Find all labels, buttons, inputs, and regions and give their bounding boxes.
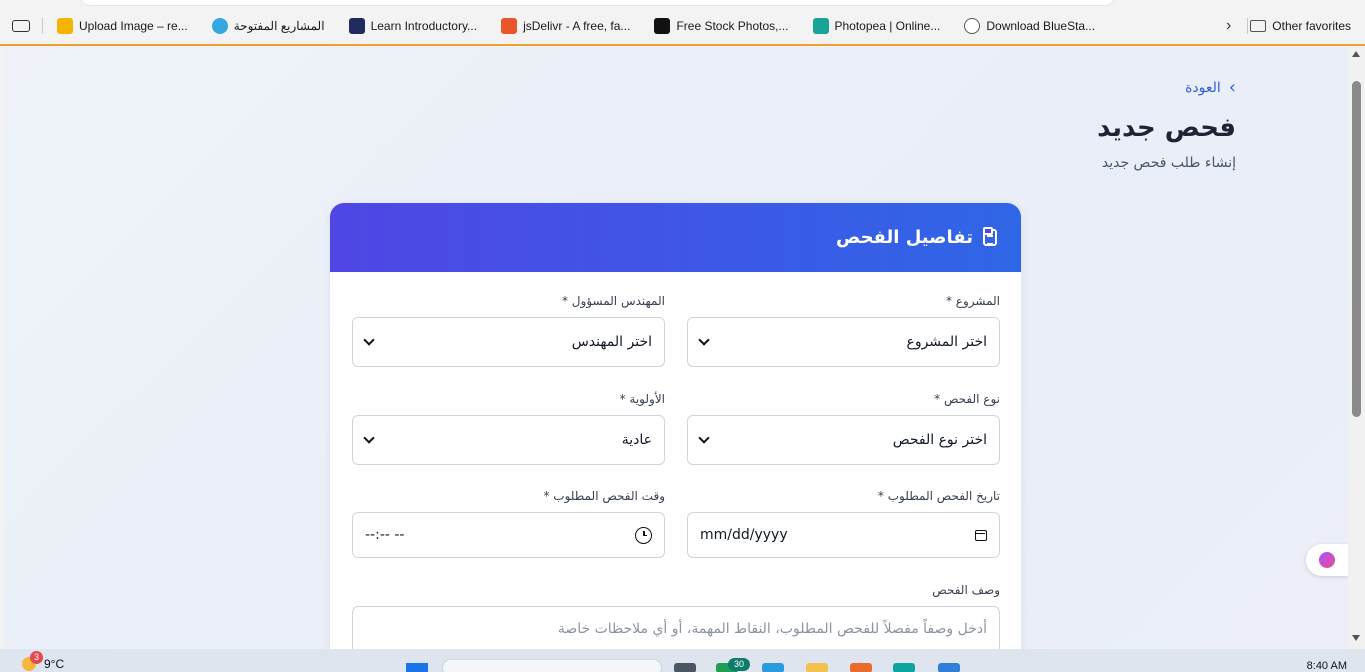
back-link-label: العودة [1185,80,1221,96]
weather-widget[interactable]: 3 9°C [22,651,65,671]
ai-assistant-button[interactable] [1306,544,1348,576]
bookmark-favicon-icon [57,18,73,34]
inspection-type-select-value: اختر نوع الفحص [892,432,987,448]
address-bar[interactable] [80,0,1115,6]
date-label: تاريخ الفحص المطلوب * [877,489,1000,503]
back-link[interactable]: › العودة [1185,79,1236,97]
chevron-right-icon[interactable]: › [1226,17,1231,35]
project-select-value: اختر المشروع [906,334,987,350]
bookmark-label: Upload Image – re... [79,19,188,33]
engineer-field: المهندس المسؤول * اختر المهندس [352,294,665,367]
file-explorer-icon[interactable] [806,663,828,672]
scrollbar-thumb[interactable] [1352,81,1361,417]
chevron-down-icon [363,334,375,346]
page-content: › العودة فحص جديد إنشاء طلب فحص جديد تفا… [4,47,1348,649]
bookmark-item[interactable]: Learn Introductory... [337,12,490,40]
scroll-up-icon[interactable] [1352,51,1360,57]
browser-top-strip [0,0,1365,8]
bookmark-label: المشاريع المفتوحة [233,19,325,33]
project-label: المشروع * [945,294,1000,308]
bookmark-favicon-icon [654,18,671,34]
time-field: وقت الفحص المطلوب * --:-- -- [352,489,665,558]
other-favorites-label: Other favorites [1272,19,1351,33]
bookmarks-divider [1247,18,1249,34]
weather-icon: 3 [22,651,43,671]
date-input-value: mm/dd/yyyy [700,527,788,543]
date-input[interactable]: mm/dd/yyyy [687,512,1000,558]
clock-icon[interactable] [635,526,652,544]
inspection-type-field: نوع الفحص * اختر نوع الفحص [687,392,1000,465]
calendar-icon[interactable] [975,529,987,541]
card-header: تفاصيل الفحص [330,203,1021,272]
project-field: المشروع * اختر المشروع [687,294,1000,367]
date-field: تاريخ الفحص المطلوب * mm/dd/yyyy [687,489,1000,558]
chevron-down-icon [363,432,375,444]
clipboard-icon [983,227,997,246]
bookmark-item[interactable]: Upload Image – re... [45,12,200,40]
edge-icon[interactable] [762,663,784,672]
chat-app-badge: 30 [728,658,750,671]
priority-label: الأولوية * [619,392,665,406]
card-title: تفاصيل الفحص [836,227,973,248]
priority-select[interactable]: عادية [352,415,665,465]
priority-select-value: عادية [621,432,652,448]
bookmark-favicon-icon [812,18,829,34]
time-input-value: --:-- -- [365,527,405,543]
bookmark-label: Download BlueSta... [986,19,1096,33]
bookmark-item[interactable]: Download BlueSta... [952,12,1107,40]
bookmarks-divider [42,18,43,34]
temperature: 9°C [44,657,65,671]
bookmark-item[interactable]: Photopea | Online... [801,12,953,40]
description-field: وصف الفحص أدخل وصفاً مفصلاً للفحص المطلو… [352,583,1000,649]
bookmark-favicon-icon [501,18,518,34]
inspection-type-select[interactable]: اختر نوع الفحص [687,415,1000,465]
bookmark-label: Learn Introductory... [370,19,478,33]
engineer-select[interactable]: اختر المهندس [352,317,665,367]
time-input[interactable]: --:-- -- [352,512,665,558]
bookmark-item[interactable]: jsDelivr - A free, fa... [489,12,642,40]
scroll-down-icon[interactable] [1352,635,1360,641]
priority-field: الأولوية * عادية [352,392,665,465]
windows-start-icon[interactable] [406,663,428,672]
vscode-icon[interactable] [938,663,960,672]
inspection-type-label: نوع الفحص * [934,392,1000,406]
project-select[interactable]: اختر المشروع [687,317,1000,367]
engineer-label: المهندس المسؤول * [561,294,665,308]
system-clock[interactable]: 8:40 AM [1307,660,1347,672]
globe-icon [964,18,981,34]
other-favorites-button[interactable]: Other favorites [1250,19,1365,33]
bookmark-label: Photopea | Online... [834,19,941,33]
store-icon[interactable] [850,663,872,672]
terminal-icon[interactable] [674,663,696,672]
engineer-select-value: اختر المهندس [571,334,652,350]
chevron-down-icon [698,334,710,346]
inspection-details-card: تفاصيل الفحص المشروع * اختر المشروع المه… [330,203,1021,649]
brain-icon [1319,552,1335,568]
bookmark-label: Free Stock Photos,... [676,19,789,33]
time-label: وقت الفحص المطلوب * [543,489,665,503]
chevron-down-icon [698,432,710,444]
page-title: فحص جديد [1097,113,1236,143]
tab-actions-icon[interactable] [12,20,30,32]
description-textarea[interactable]: أدخل وصفاً مفصلاً للفحص المطلوب، النقاط … [352,606,1000,649]
bookmark-item[interactable]: Free Stock Photos,... [642,12,800,40]
folder-icon [1250,20,1267,32]
page-scrollbar[interactable] [1348,47,1365,649]
bookmark-item[interactable]: المشاريع المفتوحة [200,12,337,40]
bookmark-favicon-icon [348,18,365,34]
description-label: وصف الفحص [932,583,1000,597]
page-subtitle: إنشاء طلب فحص جديد [1101,155,1236,171]
bookmark-label: jsDelivr - A free, fa... [523,19,631,33]
chevron-right-icon: › [1228,77,1236,98]
browser-icon[interactable] [893,663,915,672]
bookmark-favicon-icon [211,18,228,34]
taskbar-search[interactable] [442,659,662,672]
weather-badge: 3 [30,651,43,664]
taskbar: 3 9°C 30 8:40 AM [0,649,1365,672]
bookmarks-bar: Upload Image – re... المشاريع المفتوحة L… [0,8,1365,46]
